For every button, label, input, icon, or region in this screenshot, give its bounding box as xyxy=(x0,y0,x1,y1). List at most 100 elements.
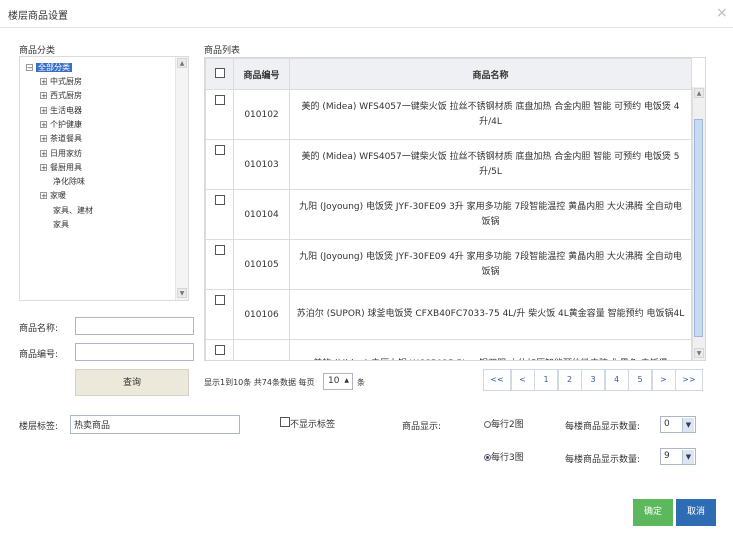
tree-item[interactable]: + 西式厨房 xyxy=(40,90,82,101)
tree-scrollbar[interactable]: ▲ ▼ xyxy=(175,57,188,300)
dialog-title: 楼层商品设置 xyxy=(8,11,68,22)
table-row[interactable]: 010201美的 (Midea) 电压力锅 WCS5025 5L 一锅双胆 立体… xyxy=(205,339,692,360)
count-select-2-per-row[interactable]: 0 ▼ xyxy=(660,416,696,433)
tree-item[interactable]: + 日用家纺 xyxy=(40,148,82,159)
product-code-cell: 010103 xyxy=(233,139,290,190)
row-select-cell[interactable] xyxy=(205,339,234,360)
tree-item[interactable]: + 餐厨用具 xyxy=(40,162,82,173)
page-button[interactable]: 4 xyxy=(604,369,629,391)
hide-tag-option[interactable]: 不显示标签 xyxy=(280,417,335,430)
table-scrollbar[interactable]: ▲ ▼ xyxy=(692,87,705,360)
expand-icon[interactable]: + xyxy=(40,163,47,171)
expand-icon[interactable]: + xyxy=(40,120,47,128)
hide-tag-checkbox[interactable] xyxy=(280,417,290,427)
row-select-cell[interactable] xyxy=(205,189,234,240)
option-3-label: 每行3图 xyxy=(491,453,524,463)
table-row[interactable]: 010104 九阳 (Joyoung) 电饭煲 JYF-30FE09 3升 家用多… xyxy=(205,189,692,240)
tree-item-label: 家暖 xyxy=(50,191,66,201)
product-name-label: 商品名称: xyxy=(19,324,59,334)
tree-item[interactable]: + 中式厨房 xyxy=(40,76,82,87)
scroll-down-icon[interactable]: ▼ xyxy=(177,288,187,298)
count-value-2-per-row: 0 xyxy=(664,419,670,429)
row-checkbox[interactable] xyxy=(214,195,225,205)
option-3-per-row[interactable]: 每行3图 xyxy=(484,450,524,463)
page-button[interactable]: < xyxy=(510,369,535,391)
select-all-checkbox[interactable] xyxy=(214,67,225,78)
row-select-cell[interactable] xyxy=(205,139,234,190)
table-row[interactable]: 010102 美的 (Midea) WFS4057一键柴火饭 拉丝不锈钢材质 底盘… xyxy=(205,89,692,140)
product-code-cell: 010104 xyxy=(233,189,290,240)
scroll-up-icon[interactable]: ▲ xyxy=(177,58,187,68)
dropdown-arrow-icon: ▲ xyxy=(344,377,349,384)
product-code-cell: 010102 xyxy=(233,89,290,140)
row-checkbox[interactable] xyxy=(214,345,225,355)
tree-item-label: 家具、建材 xyxy=(53,205,93,215)
tree-item[interactable]: + 茶道餐具 xyxy=(40,133,82,144)
tree-root[interactable]: − 全部分类 xyxy=(26,62,72,73)
query-button[interactable]: 查询 xyxy=(75,369,189,396)
product-name-cell: 美的 (Midea) WFS4057一键柴火饭 拉丝不锈钢材质 底盘加热 合金内… xyxy=(289,89,692,140)
floor-tag-label: 楼层标签: xyxy=(19,422,59,432)
page-button[interactable]: 5 xyxy=(628,369,652,391)
page-button[interactable]: 2 xyxy=(557,369,582,391)
row-select-cell[interactable] xyxy=(205,89,234,140)
radio-3-per-row[interactable] xyxy=(484,454,491,461)
expand-icon[interactable]: + xyxy=(40,78,47,86)
tree-item[interactable]: 净化除味 xyxy=(53,176,85,187)
category-tree: − 全部分类 + 中式厨房 + 西式厨房 + 生活电器 + 个护健康 + 茶道餐具 + 日用家纺 + 餐厨用… xyxy=(19,56,189,301)
page-button[interactable]: 3 xyxy=(581,369,605,391)
table-row[interactable]: 010105 九阳 (Joyoung) 电饭煲 JYF-30FE09 4升 家用多… xyxy=(205,239,692,290)
expand-icon[interactable]: + xyxy=(40,192,47,200)
tree-item[interactable]: + 个护健康 xyxy=(40,119,82,130)
ok-button[interactable]: 确定 xyxy=(633,499,673,526)
table-row[interactable]: 010106 苏泊尔 (SUPOR) 球釜电饭煲 CFXB40FC7033-75 … xyxy=(205,289,692,340)
collapse-icon[interactable]: − xyxy=(26,64,33,72)
row-checkbox[interactable] xyxy=(214,245,225,255)
tree-item-label: 生活电器 xyxy=(50,105,82,115)
count-label-2-per-row: 每楼商品显示数量: xyxy=(565,422,641,432)
page-button[interactable]: 1 xyxy=(534,369,558,391)
row-checkbox[interactable] xyxy=(214,95,225,105)
row-select-cell[interactable] xyxy=(205,289,234,340)
expand-icon[interactable]: + xyxy=(40,149,47,157)
product-table: 商品编号 商品名称 010102 美的 (Midea) WFS4057一键柴火饭 … xyxy=(204,57,706,361)
select-all-cell[interactable] xyxy=(205,58,234,90)
radio-2-per-row[interactable] xyxy=(484,421,491,428)
page-button[interactable]: >> xyxy=(675,369,703,391)
expand-icon[interactable]: + xyxy=(40,106,47,114)
product-code-input[interactable] xyxy=(75,343,194,361)
expand-icon[interactable]: + xyxy=(40,92,47,100)
tree-root-label[interactable]: 全部分类 xyxy=(36,63,72,72)
tree-item-label: 茶道餐具 xyxy=(50,134,82,144)
category-label: 商品分类 xyxy=(19,46,56,56)
tree-item-label: 中式厨房 xyxy=(50,77,82,86)
tree-item[interactable]: + 生活电器 xyxy=(40,105,82,116)
floor-tag-input[interactable] xyxy=(70,415,240,434)
column-header-code: 商品编号 xyxy=(233,58,290,90)
option-2-per-row[interactable]: 每行2图 xyxy=(484,417,524,430)
tree-item[interactable]: 家具、建材 xyxy=(53,205,93,216)
scrollbar-thumb[interactable] xyxy=(694,119,703,337)
row-checkbox[interactable] xyxy=(214,145,225,155)
close-icon[interactable]: × xyxy=(716,5,728,21)
count-label-3-per-row: 每楼商品显示数量: xyxy=(565,455,641,465)
cancel-button[interactable]: 取消 xyxy=(676,499,716,526)
tree-item[interactable]: 家具 xyxy=(53,219,69,230)
tree-item-label: 餐厨用具 xyxy=(50,162,82,172)
option-2-label: 每行2图 xyxy=(491,420,524,430)
product-list-label: 商品列表 xyxy=(204,46,241,56)
page-button[interactable]: << xyxy=(483,369,511,391)
table-row[interactable]: 010103 美的 (Midea) WFS4057一键柴火饭 拉丝不锈钢材质 底盘… xyxy=(205,139,692,190)
scroll-down-icon[interactable]: ▼ xyxy=(694,348,704,358)
count-select-3-per-row[interactable]: 9 ▼ xyxy=(660,448,696,465)
expand-icon[interactable]: + xyxy=(40,135,47,143)
product-name-input[interactable] xyxy=(75,317,194,335)
product-name-cell: 九阳 (Joyoung) 电饭煲 JYF-30FE09 4升 家用多功能 7段智… xyxy=(289,239,692,290)
tree-item-label: 个护健康 xyxy=(50,119,82,129)
tree-item[interactable]: + 家暖 xyxy=(40,190,66,201)
page-button[interactable]: > xyxy=(651,369,676,391)
row-select-cell[interactable] xyxy=(205,239,234,290)
row-checkbox[interactable] xyxy=(214,295,225,305)
scroll-up-icon[interactable]: ▲ xyxy=(694,88,704,98)
page-size-select[interactable]: 10 ▲ xyxy=(323,373,353,390)
